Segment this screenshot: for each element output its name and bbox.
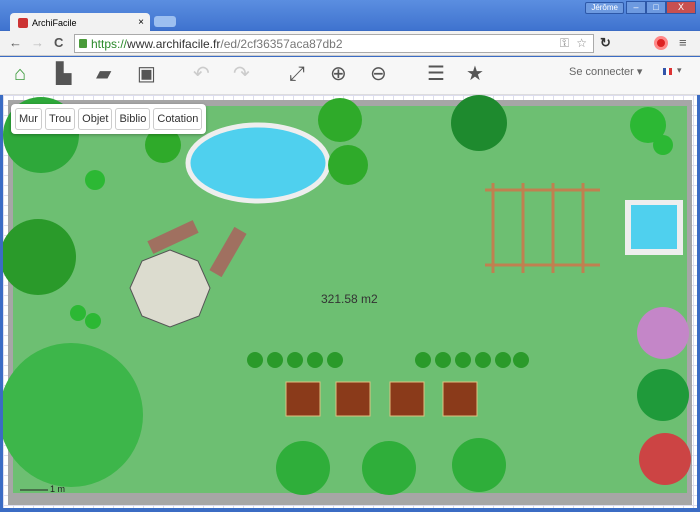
pool[interactable] (631, 205, 677, 249)
flower-bush[interactable] (639, 433, 691, 485)
round-bushes[interactable] (276, 438, 506, 495)
undo-icon[interactable]: ↶ (193, 63, 210, 85)
tree[interactable] (3, 219, 76, 295)
back-button[interactable]: ← (9, 35, 22, 50)
new-tab-button[interactable] (154, 16, 176, 27)
parasol[interactable] (129, 249, 211, 328)
favicon-icon (18, 18, 28, 28)
star-icon[interactable]: ★ (466, 63, 484, 85)
home-icon[interactable]: ⌂ (14, 63, 26, 85)
forward-button[interactable]: → (31, 35, 44, 50)
bush[interactable] (637, 369, 689, 421)
profile-button[interactable]: Jérôme (585, 2, 624, 14)
bush[interactable] (451, 95, 507, 151)
list-icon[interactable]: ☰ (427, 63, 445, 85)
close-window-button[interactable]: X (666, 1, 696, 14)
lock-icon (79, 39, 87, 48)
navigation-bar: ← → C https://www.archifacile.fr/ed/2cf3… (0, 31, 700, 56)
library-tool-button[interactable]: Biblio (115, 108, 151, 130)
tab-title: ArchiFacile (32, 18, 77, 28)
url-path: /ed/2cf36357aca87db2 (220, 37, 343, 51)
save-icon[interactable]: ▣ (137, 63, 156, 85)
redo-icon[interactable]: ↷ (233, 63, 250, 85)
hole-tool-button[interactable]: Trou (44, 108, 76, 130)
tool-palette: Mur Trou Objet Biblio Cotation (11, 104, 207, 134)
app-toolbar: ⌂ ▙ ▰ ▣ ↶ ↷ ⤢ ⊕ ⊖ ☰ ★ Se connecter ▾ ▾ (0, 57, 700, 95)
login-dropdown[interactable]: Se connecter ▾ (569, 65, 642, 78)
reload-button[interactable]: C (54, 35, 63, 50)
scale-label: 1 m (50, 484, 66, 494)
login-label: Se connecter (569, 66, 634, 78)
url-host: www.archifacile.fr (127, 37, 221, 51)
chrome-menu-button[interactable]: ≡ (679, 35, 687, 50)
language-flag-icon[interactable] (663, 68, 672, 75)
pond[interactable] (185, 122, 331, 204)
address-bar[interactable]: https://www.archifacile.fr/ed/2cf36357ac… (74, 34, 594, 53)
open-folder-icon[interactable]: ▰ (96, 63, 111, 85)
dimension-tool-button[interactable]: Cotation (153, 108, 203, 130)
wall-tool-button[interactable]: Mur (15, 108, 42, 130)
browser-tab[interactable]: ArchiFacile × (10, 13, 150, 33)
opera-extension-icon[interactable] (654, 36, 668, 50)
flower-bush[interactable] (637, 307, 689, 359)
zoom-in-icon[interactable]: ⊕ (330, 63, 347, 85)
tab-close-button[interactable]: × (138, 17, 144, 28)
url-scheme: https:// (91, 37, 128, 51)
fullscreen-icon[interactable]: ⤢ (289, 63, 305, 85)
area-label: 321.58 m2 (321, 292, 378, 306)
zoom-out-icon[interactable]: ⊖ (370, 63, 387, 85)
large-tree[interactable] (3, 343, 143, 487)
object-tool-button[interactable]: Objet (78, 108, 113, 130)
new-file-icon[interactable]: ▙ (56, 63, 71, 85)
chevron-down-icon[interactable]: ▾ (677, 65, 682, 76)
star-bookmark-icon[interactable]: ☆ (576, 36, 587, 50)
maximize-button[interactable]: □ (646, 1, 666, 14)
key-icon[interactable]: ⚿ (560, 36, 569, 51)
reload-icon[interactable]: ↻ (600, 35, 611, 51)
minimize-button[interactable]: – (626, 1, 646, 14)
